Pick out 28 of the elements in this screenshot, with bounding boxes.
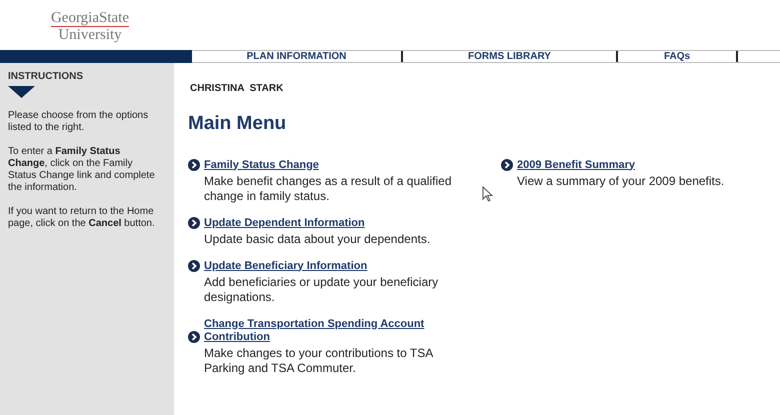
nav-link[interactable]: FAQs bbox=[664, 51, 690, 62]
logo-text: GeorgiaState bbox=[50, 10, 130, 27]
arrow-circle-icon bbox=[188, 330, 200, 342]
nav-link[interactable]: FORMS LIBRARY bbox=[468, 51, 551, 62]
user-name: CHRISTINA STARK bbox=[190, 82, 284, 96]
menu-description: Update basic data about your dependents. bbox=[204, 232, 432, 246]
instruction-text: Please choose from the options listed to the right. bbox=[8, 110, 150, 134]
logo-text: University bbox=[58, 27, 122, 43]
menu-description: Add beneficiaries or update your beneficiary designations. bbox=[204, 274, 440, 304]
instruction-text: If you want to return to the Home page, click on the Cancel button. bbox=[8, 206, 156, 230]
menu-link[interactable]: Change Transportation Spending Account Contribution bbox=[204, 318, 454, 344]
page-heading: Main Menu bbox=[188, 112, 288, 136]
menu-link[interactable]: Update Dependent Information bbox=[204, 216, 454, 230]
arrow-circle-icon bbox=[501, 158, 513, 170]
nav-link[interactable]: PLAN INFORMATION bbox=[246, 51, 346, 62]
menu-description: View a summary of your 2009 benefits. bbox=[517, 174, 726, 188]
arrow-circle-icon bbox=[188, 216, 200, 228]
sidebar-title: INSTRUCTIONS bbox=[8, 70, 84, 84]
arrow-circle-icon bbox=[188, 260, 200, 272]
menu-link[interactable]: Family Status Change bbox=[204, 158, 454, 172]
menu-link[interactable]: Update Beneficiary Information bbox=[204, 260, 454, 272]
menu-description: Make benefit changes as a result of a qualified change in family status. bbox=[204, 174, 452, 204]
menu-description: Make changes to your contributions to TSA Parking and TSA Commuter. bbox=[204, 346, 434, 376]
arrow-circle-icon bbox=[188, 158, 200, 170]
cursor-icon bbox=[482, 186, 493, 202]
instruction-text: To enter a Family Status Change, click on the Family Status Change link and complete the information. bbox=[8, 146, 156, 194]
triangle-icon bbox=[8, 86, 35, 98]
menu-link[interactable]: 2009 Benefit Summary bbox=[517, 158, 767, 172]
